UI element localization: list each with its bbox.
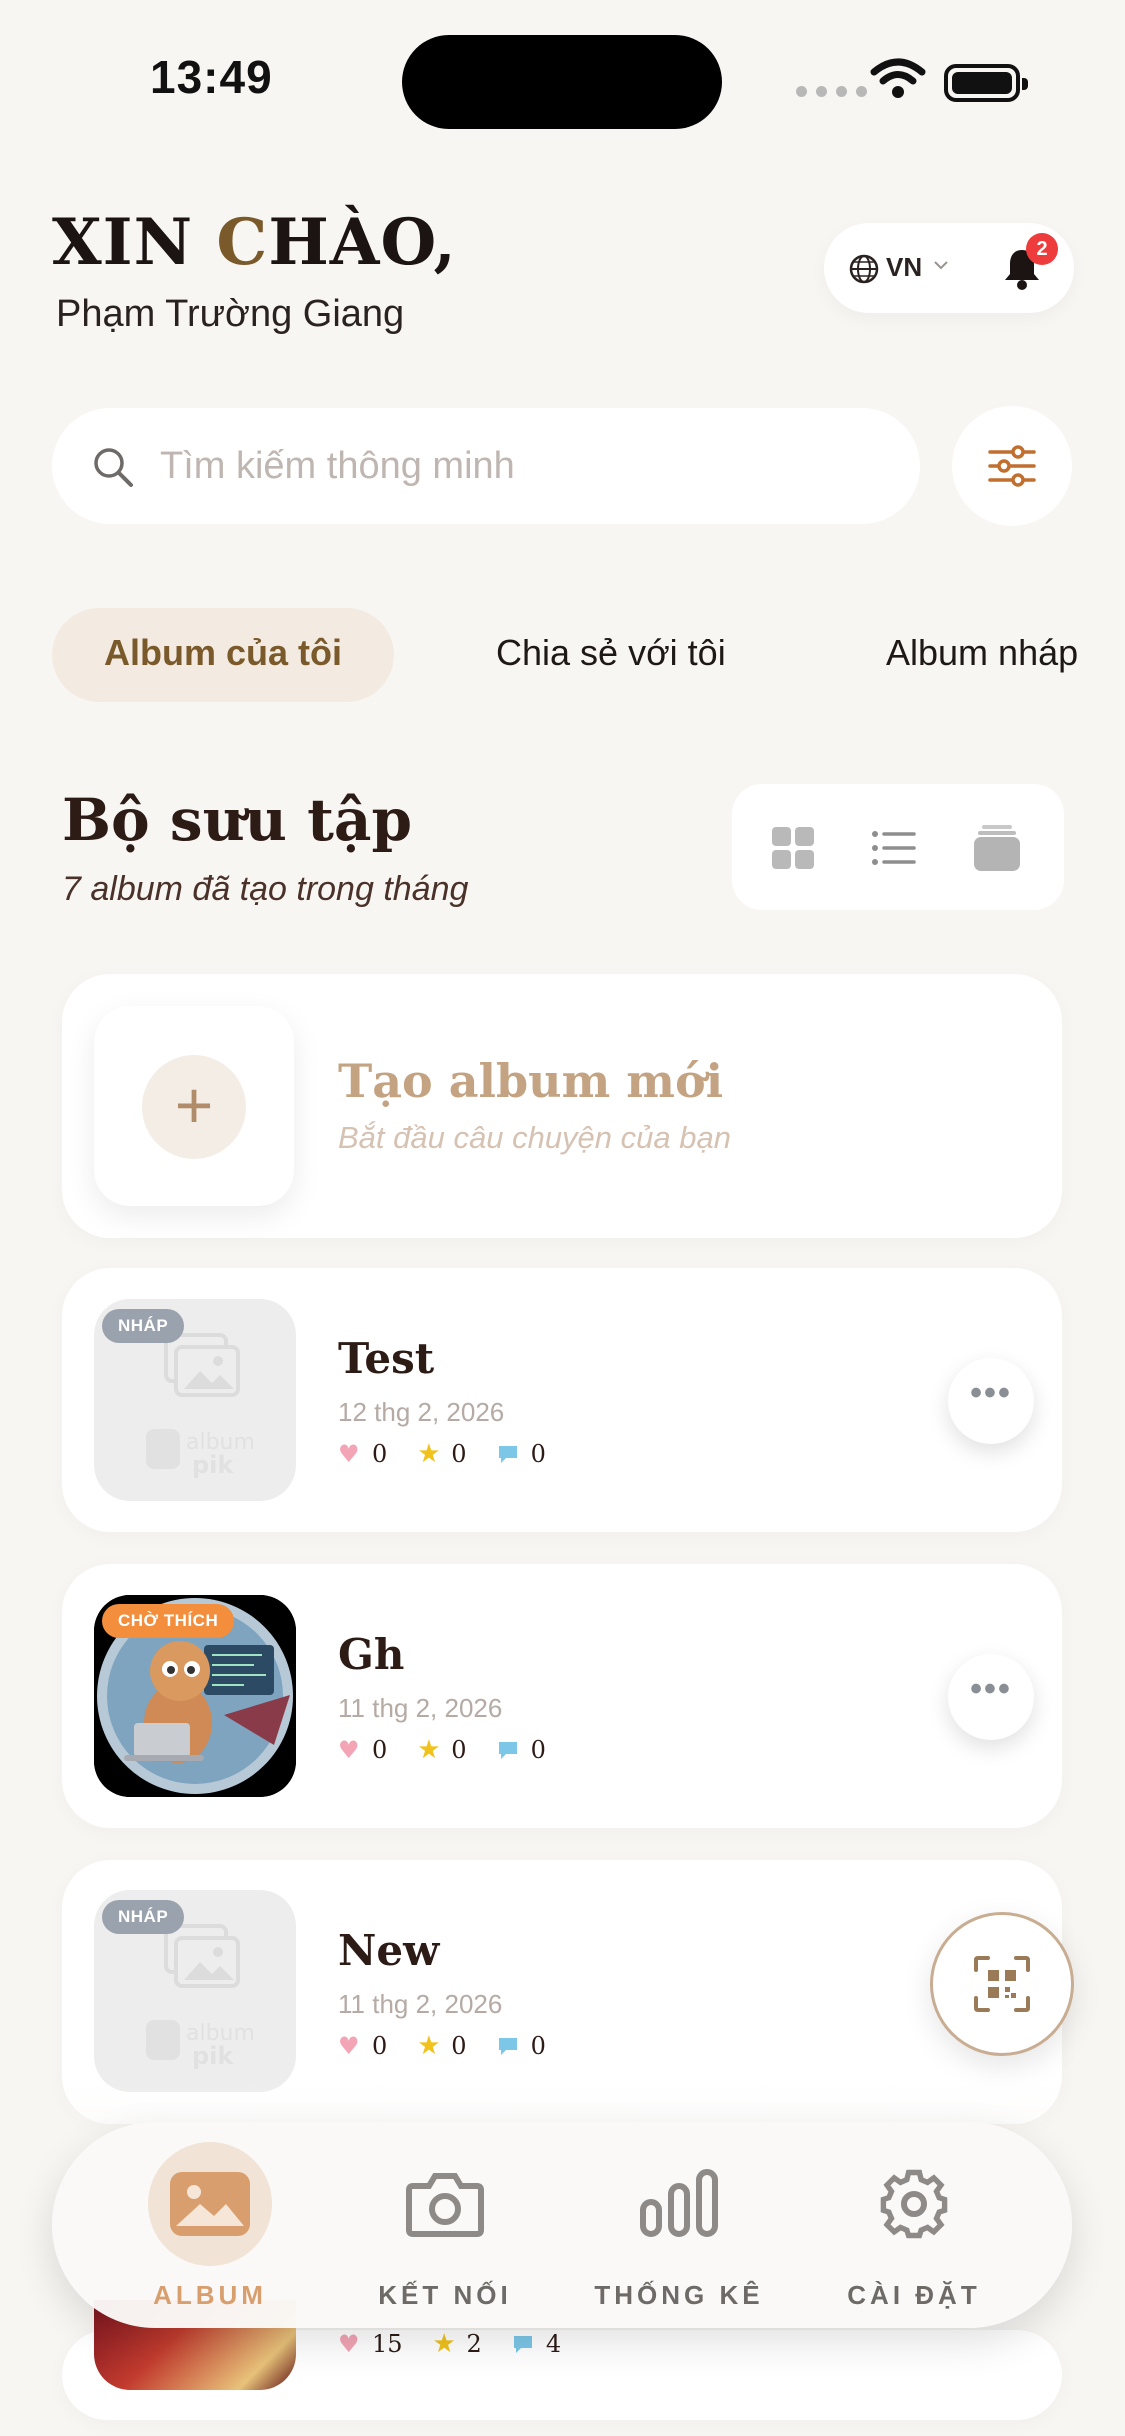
- comments-count: 4: [545, 2330, 562, 2358]
- star-icon: ★: [432, 2329, 456, 2359]
- search-icon: [94, 448, 133, 487]
- album-name: Gh: [338, 1630, 405, 1679]
- sliders-icon: [988, 445, 1036, 487]
- album-date: 11 thg 2, 2026: [338, 1989, 503, 2019]
- likes-count: 15: [372, 2330, 403, 2358]
- qr-scan-icon: [974, 1956, 1030, 2012]
- album-stats: ♥ 0 ★ 0 0: [338, 1440, 576, 1468]
- stars-count: 0: [451, 2032, 467, 2060]
- search-input[interactable]: [160, 436, 880, 496]
- comments-count: 0: [530, 1440, 546, 1468]
- heart-icon: ♥: [338, 2330, 360, 2358]
- stars-count: 0: [451, 1440, 467, 1468]
- stars-count: 0: [451, 1736, 467, 1764]
- album-stats: ♥ 0 ★ 0 0: [338, 2032, 576, 2060]
- section-title: Bộ sưu tập: [62, 786, 413, 854]
- star-icon: ★: [417, 2031, 441, 2061]
- svg-text:pik: pik: [192, 1451, 234, 1479]
- stars-count: 2: [466, 2330, 482, 2358]
- draft-badge: NHÁP: [102, 1900, 185, 1934]
- notification-badge: 2: [1026, 233, 1058, 265]
- tab-my-albums[interactable]: Album của tôi: [52, 632, 394, 674]
- comment-icon: [498, 1742, 517, 1759]
- likes-count: 0: [372, 1736, 388, 1764]
- album-stats: ♥ 15 ★ 2 4: [338, 2330, 591, 2358]
- star-icon: ★: [417, 1735, 441, 1765]
- list-view-icon[interactable]: [870, 825, 916, 871]
- svg-text:pik: pik: [192, 2042, 234, 2070]
- album-name: Test: [338, 1334, 435, 1383]
- user-name: Phạm Trường Giang: [56, 293, 405, 335]
- nav-album-label[interactable]: ALBUM: [110, 2280, 310, 2311]
- comment-icon: [498, 1446, 517, 1463]
- more-options-button[interactable]: •••: [948, 1358, 1034, 1444]
- likes-count: 0: [372, 2032, 388, 2060]
- heart-icon: ♥: [338, 1440, 360, 1468]
- album-name: New: [338, 1926, 440, 1975]
- draft-badge: NHÁP: [102, 1309, 185, 1343]
- comment-icon: [513, 2336, 532, 2353]
- section-subtitle: 7 album đã tạo trong tháng: [62, 870, 469, 908]
- likes-count: 0: [372, 1440, 388, 1468]
- dynamic-island: [402, 35, 722, 129]
- nav-connect-label[interactable]: KẾT NỐI: [345, 2280, 545, 2311]
- gear-icon[interactable]: [874, 2168, 954, 2240]
- nav-statistics-label[interactable]: THỐNG KÊ: [579, 2280, 779, 2311]
- bar-chart-icon[interactable]: [639, 2168, 719, 2240]
- status-time: 13:49: [150, 51, 273, 103]
- tab-shared-with-me[interactable]: Chia sẻ với tôi: [496, 632, 726, 674]
- grid-view-icon[interactable]: [770, 825, 816, 871]
- wifi-icon: [870, 58, 926, 98]
- favorite-badge: CHỜ THÍCH: [102, 1604, 235, 1638]
- album-stats: ♥ 0 ★ 0 0: [338, 1736, 576, 1764]
- create-album-title: Tạo album mới: [338, 1054, 724, 1108]
- star-icon: ★: [417, 1439, 441, 1469]
- camera-icon[interactable]: [405, 2168, 485, 2240]
- nav-settings-label[interactable]: CÀI ĐẶT: [814, 2280, 1014, 2311]
- globe-icon[interactable]: [848, 253, 880, 285]
- heart-icon: ♥: [338, 1736, 360, 1764]
- album-date: 12 thg 2, 2026: [338, 1397, 505, 1427]
- language-selector[interactable]: VN: [886, 252, 922, 283]
- comment-icon: [498, 2038, 517, 2055]
- cellular-signal-icon: [796, 86, 867, 97]
- image-icon[interactable]: [170, 2168, 250, 2240]
- comments-count: 0: [530, 2032, 546, 2060]
- greeting-title: XIN CHÀO,: [52, 205, 457, 280]
- heart-icon: ♥: [338, 2032, 360, 2060]
- plus-icon[interactable]: +: [142, 1055, 246, 1159]
- comments-count: 0: [530, 1736, 546, 1764]
- tab-draft-albums[interactable]: Album nháp: [886, 632, 1078, 674]
- battery-icon: [944, 64, 1028, 102]
- stack-view-icon[interactable]: [974, 825, 1020, 871]
- chevron-down-icon: [934, 261, 948, 270]
- create-album-subtitle: Bắt đầu câu chuyện của bạn: [338, 1120, 731, 1155]
- album-date: 11 thg 2, 2026: [338, 1693, 503, 1723]
- more-options-button[interactable]: •••: [948, 1654, 1034, 1740]
